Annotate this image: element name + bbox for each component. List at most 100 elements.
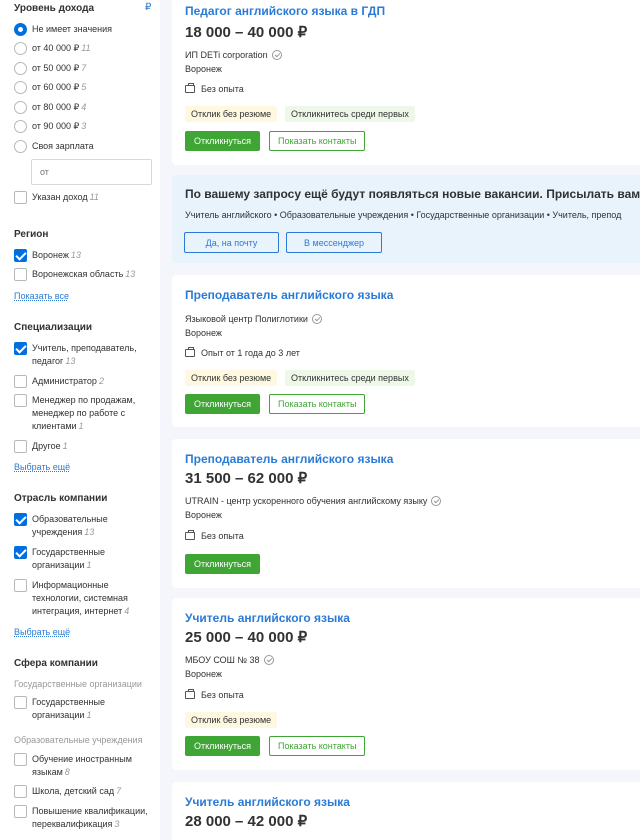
income-option-any[interactable]: Не имеет значения xyxy=(32,23,154,36)
vacancy-salary: 18 000 – 40 000 ₽ xyxy=(185,24,308,41)
show-contacts-button[interactable]: Показать контакты xyxy=(269,736,366,756)
apply-button[interactable]: Откликнуться xyxy=(185,736,261,756)
region-option-voronezh[interactable]: Воронеж 13 xyxy=(32,249,154,262)
sphere-government-checkbox[interactable] xyxy=(14,696,27,709)
vacancy-title-link[interactable]: Педагог английского языка в ГДП xyxy=(185,4,385,18)
spec-admin-checkbox[interactable] xyxy=(14,375,27,388)
vacancy-city: Воронеж xyxy=(185,328,222,338)
briefcase-icon xyxy=(185,689,195,699)
spec-option-teacher[interactable]: Учитель, преподаватель, педагог 13 xyxy=(32,342,154,368)
vacancy-experience: Опыт от 1 года до 3 лет xyxy=(185,347,300,358)
sphere-languages-checkbox[interactable] xyxy=(14,753,27,766)
sphere-filter-title: Сфера компании xyxy=(14,658,98,669)
tag-no-resume: Отклик без резюме xyxy=(185,712,278,728)
subscribe-messenger-button[interactable]: В мессенджер xyxy=(286,232,382,253)
vacancy-card: Преподаватель английского языка Языковой… xyxy=(172,275,640,427)
spec-teacher-checkbox[interactable] xyxy=(14,342,27,355)
vacancy-title-link[interactable]: Учитель английского языка xyxy=(185,611,350,625)
industry-it-checkbox[interactable] xyxy=(14,579,27,592)
income-radio-any[interactable] xyxy=(14,23,27,36)
income-radio-custom[interactable] xyxy=(14,140,27,153)
income-option-40000[interactable]: от 40 000 ₽11 xyxy=(32,42,154,55)
industry-option-it[interactable]: Информационные технологии, системная инт… xyxy=(32,579,154,618)
vacancy-city: Воронеж xyxy=(185,669,222,679)
vacancy-card: Учитель английского языка 28 000 – 42 00… xyxy=(172,782,640,840)
vacancy-experience: Без опыта xyxy=(185,689,244,700)
income-filter-title: Уровень дохода xyxy=(14,3,95,14)
vacancy-card: Учитель английского языка 25 000 – 40 00… xyxy=(172,598,640,770)
industry-more-link[interactable]: Выбрать ещё xyxy=(14,627,70,637)
spec-option-admin[interactable]: Администратор 2 xyxy=(32,375,154,388)
region-voronezh-oblast-checkbox[interactable] xyxy=(14,268,27,281)
vacancy-salary: 25 000 – 40 000 ₽ xyxy=(185,629,308,646)
promo-title: По вашему запросу ещё будут появляться н… xyxy=(185,187,640,201)
vacancy-card: Преподаватель английского языка 31 500 –… xyxy=(172,439,640,588)
tag-no-resume: Отклик без резюме xyxy=(185,106,278,122)
tag-be-first: Откликнитесь среди первых xyxy=(285,370,415,386)
verified-check-icon xyxy=(311,314,322,324)
currency-link[interactable]: ₽ xyxy=(145,2,151,13)
briefcase-icon xyxy=(185,83,195,93)
briefcase-icon xyxy=(185,530,195,540)
income-radio-90000[interactable] xyxy=(14,120,27,133)
vacancy-company[interactable]: ИП DETi corporation xyxy=(185,50,282,60)
apply-button[interactable]: Откликнуться xyxy=(185,554,261,574)
sphere-option-school[interactable]: Школа, детский сад 7 xyxy=(32,785,154,798)
industry-option-education[interactable]: Образовательные учреждения 13 xyxy=(32,513,154,539)
income-radio-40000[interactable] xyxy=(14,42,27,55)
income-option-80000[interactable]: от 80 000 ₽4 xyxy=(32,101,154,114)
income-option-60000[interactable]: от 60 000 ₽5 xyxy=(32,81,154,94)
show-contacts-button[interactable]: Показать контакты xyxy=(269,394,366,414)
vacancy-salary: 31 500 – 62 000 ₽ xyxy=(185,470,308,487)
region-option-voronezh-oblast[interactable]: Воронежская область 13 xyxy=(32,268,154,281)
vacancy-city: Воронеж xyxy=(185,64,222,74)
specialization-filter-title: Специализации xyxy=(14,322,93,333)
income-radio-50000[interactable] xyxy=(14,62,27,75)
verified-check-icon xyxy=(271,50,282,60)
apply-button[interactable]: Откликнуться xyxy=(185,131,261,151)
briefcase-icon xyxy=(185,347,195,357)
income-radio-80000[interactable] xyxy=(14,101,27,114)
income-radio-60000[interactable] xyxy=(14,81,27,94)
show-contacts-button[interactable]: Показать контакты xyxy=(269,131,366,151)
income-option-50000[interactable]: от 50 000 ₽7 xyxy=(32,62,154,75)
verified-check-icon xyxy=(263,655,274,665)
sphere-group-education: Образовательные учреждения xyxy=(14,735,143,745)
apply-button[interactable]: Откликнуться xyxy=(185,394,261,414)
verified-check-icon xyxy=(431,496,442,506)
spec-more-link[interactable]: Выбрать ещё xyxy=(14,462,70,472)
vacancy-card: Педагог английского языка в ГДП 18 000 –… xyxy=(172,0,640,165)
region-show-all-link[interactable]: Показать все xyxy=(14,291,69,301)
promo-subtitle: Учитель английского • Образовательные уч… xyxy=(185,210,622,220)
industry-option-government[interactable]: Государственные организации 1 xyxy=(32,546,154,572)
income-specified-checkbox[interactable] xyxy=(14,191,27,204)
vacancy-company[interactable]: МБОУ СОШ № 38 xyxy=(185,655,274,665)
vacancy-city: Воронеж xyxy=(185,510,222,520)
industry-government-checkbox[interactable] xyxy=(14,546,27,559)
income-option-90000[interactable]: от 90 000 ₽3 xyxy=(32,120,154,133)
sphere-option-government[interactable]: Государственные организации 1 xyxy=(32,696,154,722)
spec-option-sales[interactable]: Менеджер по продажам, менеджер по работе… xyxy=(32,394,154,433)
region-voronezh-checkbox[interactable] xyxy=(14,249,27,262)
vacancy-title-link[interactable]: Преподаватель английского языка xyxy=(185,452,393,466)
sphere-option-languages[interactable]: Обучение иностранным языкам 8 xyxy=(32,753,154,779)
sphere-school-checkbox[interactable] xyxy=(14,785,27,798)
sphere-training-checkbox[interactable] xyxy=(14,805,27,818)
tag-no-resume: Отклик без резюме xyxy=(185,370,278,386)
sphere-option-training[interactable]: Повышение квалификации, переквалификация… xyxy=(32,805,154,831)
vacancy-experience: Без опыта xyxy=(185,530,244,541)
vacancy-salary: 28 000 – 42 000 ₽ xyxy=(185,813,308,830)
industry-education-checkbox[interactable] xyxy=(14,513,27,526)
vacancy-title-link[interactable]: Преподаватель английского языка xyxy=(185,288,393,302)
vacancy-company[interactable]: Языковой центр Полиглотики xyxy=(185,314,322,324)
vacancy-title-link[interactable]: Учитель английского языка xyxy=(185,795,350,809)
vacancy-company[interactable]: UTRAIN - центр ускоренного обучения англ… xyxy=(185,496,442,506)
spec-sales-checkbox[interactable] xyxy=(14,394,27,407)
spec-other-checkbox[interactable] xyxy=(14,440,27,453)
spec-option-other[interactable]: Другое 1 xyxy=(32,440,154,453)
subscribe-email-button[interactable]: Да, на почту xyxy=(184,232,279,253)
income-specified-option[interactable]: Указан доход 11 xyxy=(32,191,154,204)
subscribe-promo: По вашему запросу ещё будут появляться н… xyxy=(172,175,640,263)
income-option-custom[interactable]: Своя зарплата xyxy=(32,140,154,153)
custom-salary-input[interactable] xyxy=(31,159,152,185)
